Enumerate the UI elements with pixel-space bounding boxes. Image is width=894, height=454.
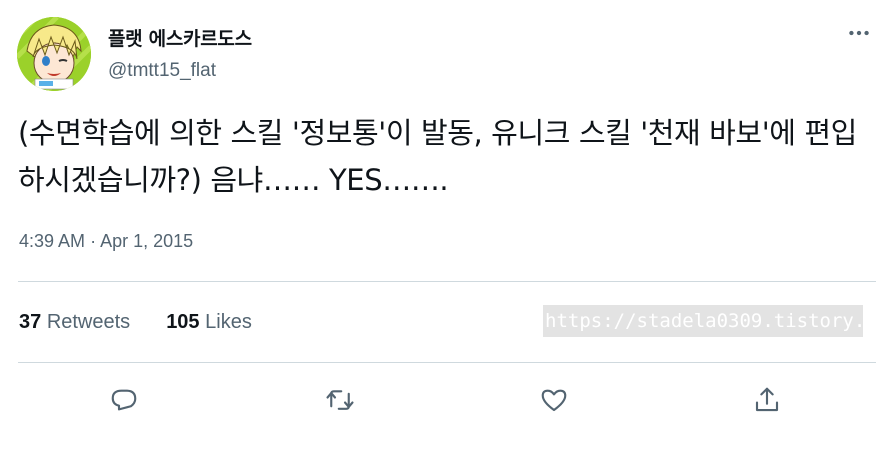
share-button[interactable] xyxy=(747,380,787,420)
share-icon xyxy=(755,387,779,412)
tweet-time[interactable]: 4:39 AM xyxy=(19,231,85,251)
tweet-stats: 37 Retweets 105 Likes xyxy=(19,311,252,334)
tweet-timestamp: 4:39 AM · Apr 1, 2015 xyxy=(19,231,193,252)
retweets-stat[interactable]: 37 Retweets xyxy=(19,311,130,334)
tweet-text: (수면학습에 의한 스킬 '정보통'이 발동, 유니크 스킬 '천재 바보'에 … xyxy=(18,116,857,197)
reply-button[interactable] xyxy=(104,380,144,420)
likes-count: 105 xyxy=(166,311,200,333)
retweet-button[interactable] xyxy=(320,380,360,420)
watermark: https://stadela0309.tistory.com xyxy=(543,305,863,337)
retweet-icon xyxy=(326,390,354,410)
tweet-date[interactable]: Apr 1, 2015 xyxy=(100,231,193,251)
likes-label: Likes xyxy=(205,311,252,333)
retweets-label: Retweets xyxy=(46,311,131,333)
display-name[interactable]: 플랫 에스카르도스 xyxy=(108,24,252,51)
more-dots-icon xyxy=(849,30,869,36)
divider xyxy=(18,281,876,282)
avatar[interactable] xyxy=(17,17,91,91)
user-handle[interactable]: @tmtt15_flat xyxy=(108,60,216,82)
like-button[interactable] xyxy=(534,380,574,420)
divider xyxy=(18,362,876,363)
likes-stat[interactable]: 105 Likes xyxy=(166,311,252,334)
tweet-actions xyxy=(0,380,894,424)
heart-icon xyxy=(541,389,567,412)
more-options-button[interactable] xyxy=(844,18,874,48)
reply-icon xyxy=(111,389,137,411)
retweets-count: 37 xyxy=(19,311,42,333)
timestamp-separator: · xyxy=(90,231,97,251)
avatar-image xyxy=(17,17,91,91)
